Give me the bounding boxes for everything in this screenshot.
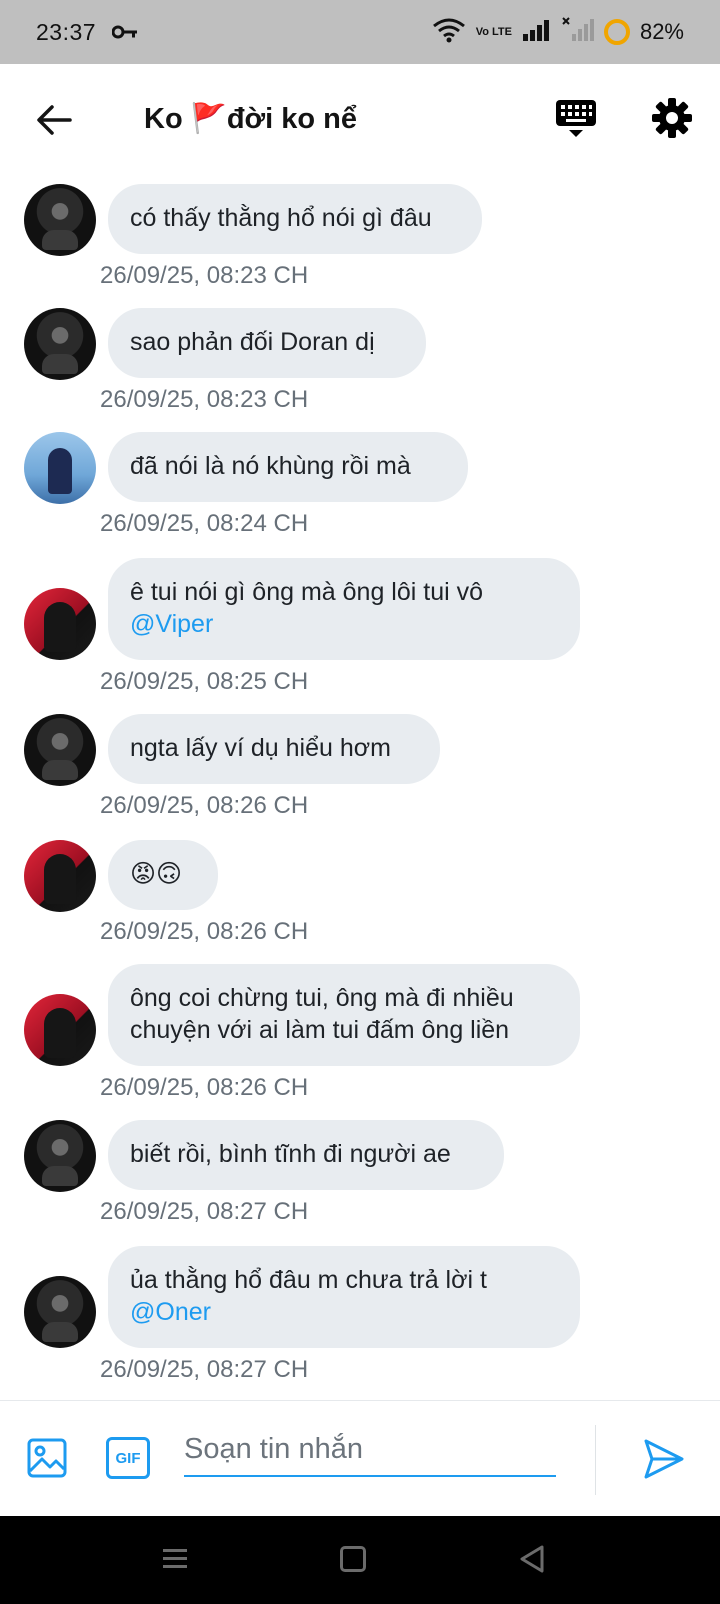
system-nav-bar [0, 1516, 720, 1604]
vpn-key-icon [111, 25, 138, 39]
keyboard-icon[interactable] [554, 98, 598, 140]
recent-apps-icon[interactable] [162, 1546, 188, 1572]
status-time: 23:37 [36, 18, 97, 45]
message-bubble[interactable]: ủa thằng hổ đâu m chưa trả lời t @Oner [108, 1246, 580, 1348]
message-bubble[interactable]: có thấy thằng hổ nói gì đâu [108, 184, 482, 254]
send-icon[interactable] [642, 1437, 686, 1481]
chat-header: Ko 🚩đời ko nể [0, 64, 720, 174]
battery-percent: 82% [639, 19, 684, 44]
message-text: sao phản đối Doran dị [130, 328, 375, 356]
gif-icon[interactable]: GIF [106, 1437, 150, 1479]
chat-title: Ko 🚩đời ko nể [144, 103, 358, 135]
message-bubble[interactable]: ngta lấy ví dụ hiểu hơm [108, 714, 440, 784]
message-timestamp: 26/09/25, 08:26 CH [100, 792, 309, 819]
message-text: đã nói là nó khùng rồi mà [130, 452, 411, 480]
avatar[interactable] [24, 1120, 96, 1192]
message-composer: GIF [0, 1400, 720, 1516]
message-timestamp: 26/09/25, 08:24 CH [100, 510, 309, 537]
message-text: 😡🙃 [130, 860, 183, 888]
message-bubble[interactable]: sao phản đối Doran dị [108, 308, 426, 378]
message-timestamp: 26/09/25, 08:23 CH [100, 262, 309, 289]
signal-strength-icon [522, 18, 552, 47]
message-timestamp: 26/09/25, 08:26 CH [100, 918, 309, 945]
back-arrow-icon[interactable] [34, 100, 74, 140]
battery-icon [603, 19, 630, 45]
mention-link[interactable]: @Viper [130, 610, 213, 638]
message-bubble[interactable]: biết rồi, bình tĩnh đi người ae [108, 1120, 504, 1190]
message-text: ông coi chừng tui, ông mà đi nhiều chuyệ… [130, 984, 514, 1044]
message-input[interactable] [184, 1429, 556, 1477]
message-timestamp: 26/09/25, 08:25 CH [100, 668, 309, 695]
gear-icon[interactable] [650, 96, 694, 140]
composer-divider [595, 1425, 596, 1495]
avatar[interactable] [24, 994, 96, 1066]
avatar[interactable] [24, 1276, 96, 1348]
message-bubble[interactable]: đã nói là nó khùng rồi mà [108, 432, 468, 502]
avatar[interactable] [24, 840, 96, 912]
message-text: biết rồi, bình tĩnh đi người ae [130, 1140, 451, 1168]
message-text: có thấy thằng hổ nói gì đâu [130, 204, 432, 232]
message-text: ngta lấy ví dụ hiểu hơm [130, 734, 391, 762]
message-timestamp: 26/09/25, 08:26 CH [100, 1074, 309, 1101]
mention-link[interactable]: @Oner [130, 1298, 211, 1326]
message-timestamp: 26/09/25, 08:23 CH [100, 386, 309, 413]
home-icon[interactable] [340, 1546, 366, 1572]
status-bar: 23:37 Vo LTE 82% [0, 0, 720, 64]
message-bubble[interactable]: 😡🙃 [108, 840, 218, 910]
avatar[interactable] [24, 714, 96, 786]
avatar[interactable] [24, 432, 96, 504]
message-text: ê tui nói gì ông mà ông lôi tui vô [130, 578, 484, 606]
status-icons: Vo LTE 82% [432, 16, 684, 48]
network-label: Vo LTE [475, 25, 512, 38]
message-list[interactable]: có thấy thằng hổ nói gì đâu 26/09/25, 08… [0, 174, 720, 1400]
message-bubble[interactable]: ông coi chừng tui, ông mà đi nhiều chuyệ… [108, 964, 580, 1066]
signal-no-service-icon [562, 16, 594, 48]
message-text: ủa thằng hổ đâu m chưa trả lời t [130, 1266, 487, 1294]
wifi-icon [432, 17, 466, 48]
avatar[interactable] [24, 588, 96, 660]
image-icon[interactable] [26, 1437, 68, 1479]
message-bubble[interactable]: ê tui nói gì ông mà ông lôi tui vô @Viper [108, 558, 580, 660]
avatar[interactable] [24, 308, 96, 380]
message-timestamp: 26/09/25, 08:27 CH [100, 1356, 309, 1383]
message-timestamp: 26/09/25, 08:27 CH [100, 1198, 309, 1225]
system-back-icon[interactable] [518, 1544, 546, 1574]
avatar[interactable] [24, 184, 96, 256]
